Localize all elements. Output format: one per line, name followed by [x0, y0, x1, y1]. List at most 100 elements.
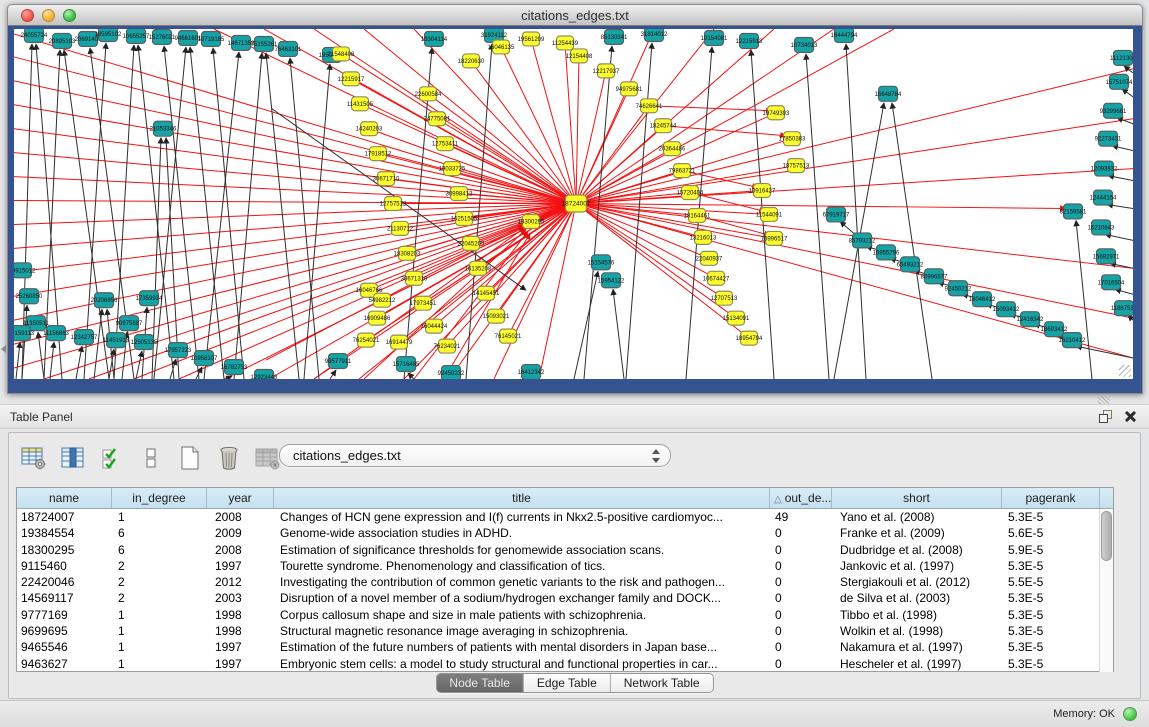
graph-node[interactable]: 85793212 [849, 233, 876, 248]
network-window-titlebar[interactable]: citations_edges.txt [7, 4, 1143, 26]
graph-node[interactable]: 16210412 [1059, 333, 1086, 348]
table-cell[interactable]: Wolkin et al. (1998) [832, 623, 1002, 639]
network-canvas[interactable]: 2405572420895103206914061859510210655257… [14, 29, 1133, 379]
graph-node[interactable]: 80996577 [921, 269, 948, 284]
graph-node[interactable]: 24055724 [21, 29, 48, 42]
table-cell[interactable]: 2 [112, 574, 207, 590]
table-cell[interactable]: 1 [112, 639, 207, 655]
table-cell[interactable]: 0 [770, 623, 832, 639]
table-row[interactable]: 911546021997Tourette syndrome. Phenomeno… [17, 558, 1100, 574]
graph-node[interactable]: 98577911 [325, 354, 352, 369]
graph-node[interactable]: 85130341 [601, 29, 628, 44]
graph-node[interactable]: 65493212 [897, 257, 924, 272]
table-cell[interactable]: 9465546 [17, 639, 112, 655]
table-cell[interactable]: Tibbo et al. (1998) [832, 607, 1002, 623]
table-cell[interactable]: 0 [770, 574, 832, 590]
table-cell[interactable]: 1998 [207, 607, 274, 623]
table-cell[interactable]: 14569117 [17, 590, 112, 606]
graph-node[interactable]: 12416342 [1017, 312, 1044, 327]
table-cell[interactable]: 0 [770, 639, 832, 655]
close-panel-icon[interactable] [1122, 409, 1137, 424]
table-cell[interactable]: 2003 [207, 590, 274, 606]
table-row[interactable]: 1938455462009Genome-wide association stu… [17, 525, 1100, 541]
graph-node[interactable]: 22045205 [458, 236, 485, 250]
graph-node[interactable]: 18757513 [783, 159, 810, 173]
zoom-window-button[interactable] [63, 9, 76, 22]
table-cell[interactable]: 2012 [207, 574, 274, 590]
graph-node[interactable]: 18954794 [736, 331, 763, 345]
table-cell[interactable]: 2008 [207, 542, 274, 558]
table-cell[interactable]: 1997 [207, 656, 274, 672]
graph-node[interactable]: 15692971 [1093, 249, 1120, 264]
graph-node[interactable]: 21053346 [150, 121, 177, 136]
column-header-year[interactable]: year [207, 488, 274, 508]
graph-node[interactable]: 10655257 [123, 29, 150, 43]
table-row[interactable]: 1456911722003Disruption of a novel membe… [17, 590, 1100, 606]
table-cell[interactable]: 9699695 [17, 623, 112, 639]
table-cell[interactable]: de Silva et al. (2003) [832, 590, 1002, 606]
tab-network-table[interactable]: Network Table [611, 674, 713, 692]
table-cell[interactable]: Estimation of the future numbers of pati… [274, 639, 770, 655]
table-mode-icon[interactable] [138, 445, 164, 471]
graph-node[interactable]: 17016504 [1098, 275, 1125, 290]
table-vertical-scrollbar[interactable] [1099, 509, 1113, 672]
table-cell[interactable]: 18300295 [17, 542, 112, 558]
graph-node[interactable]: 76234021 [434, 339, 461, 353]
table-cell[interactable]: 1998 [207, 623, 274, 639]
table-cell[interactable]: Disruption of a novel member of a sodium… [274, 590, 770, 606]
table-cell[interactable]: 1997 [207, 639, 274, 655]
table-cell[interactable]: Embryonic stem cells: a model to study s… [274, 656, 770, 672]
graph-node[interactable]: 18220630 [458, 54, 485, 68]
table-cell[interactable]: 9777169 [17, 607, 112, 623]
table-cell[interactable]: 9463627 [17, 656, 112, 672]
graph-node[interactable]: 15276021 [149, 29, 176, 44]
graph-node[interactable]: 14240203 [356, 122, 383, 136]
graph-node[interactable]: 12923448 [251, 370, 278, 379]
graph-node[interactable]: 19915012 [14, 263, 36, 278]
graph-node[interactable]: 16044424 [421, 319, 448, 333]
table-cell[interactable]: 1 [112, 509, 207, 525]
table-cell[interactable]: 49 [770, 509, 832, 525]
column-header-in-degree[interactable]: in_degree [112, 488, 207, 508]
table-cell[interactable]: 6 [112, 525, 207, 541]
memory-ok-indicator[interactable] [1123, 707, 1137, 721]
graph-node[interactable]: 16210643 [1088, 220, 1115, 235]
table-cell[interactable]: 5.5E-5 [1002, 574, 1100, 590]
graph-node[interactable]: 12154408 [566, 49, 593, 63]
graph-node[interactable]: 67919717 [823, 207, 850, 222]
graph-node[interactable]: 15093021 [483, 309, 510, 323]
table-cell[interactable]: Yano et al. (2008) [832, 509, 1002, 525]
graph-node[interactable]: 82159581 [1060, 204, 1087, 219]
graph-node[interactable]: 12215913 [736, 33, 763, 48]
graph-node[interactable]: 16412342 [518, 365, 545, 379]
table-cell[interactable]: Corpus callosum shape and size in male p… [274, 607, 770, 623]
table-cell[interactable]: 0 [770, 590, 832, 606]
table-cell[interactable]: 1 [112, 607, 207, 623]
graph-node[interactable]: 10734013 [791, 37, 818, 52]
graph-node[interactable]: 10958107 [191, 351, 218, 366]
graph-node[interactable]: 11867534 [1111, 301, 1133, 316]
graph-node[interactable]: 18724007 [562, 195, 591, 212]
graph-node[interactable]: 16955796 [873, 245, 900, 260]
graph-node[interactable]: 11121304 [1110, 50, 1133, 65]
table-cell[interactable]: 5.3E-5 [1002, 656, 1100, 672]
table-cell[interactable]: 0 [770, 525, 832, 541]
table-cell[interactable]: 5.3E-5 [1002, 607, 1100, 623]
table-cell[interactable]: 9115460 [17, 558, 112, 574]
column-header-pagerank[interactable]: pagerank [1002, 488, 1100, 508]
graph-node[interactable]: 31814012 [641, 29, 668, 41]
graph-node[interactable]: 20895103 [49, 33, 76, 48]
table-cell[interactable]: Dudbridge et al. (2008) [832, 542, 1002, 558]
table-cell[interactable]: Nakamura et al. (1997) [832, 639, 1002, 655]
table-cell[interactable]: 1 [112, 623, 207, 639]
close-window-button[interactable] [21, 9, 34, 22]
table-row[interactable]: 946362711997Embryonic stem cells: a mode… [17, 656, 1100, 672]
graph-node[interactable]: 93299661 [1100, 103, 1127, 118]
table-cell[interactable]: 2 [112, 558, 207, 574]
table-cell[interactable]: Tourette syndrome. Phenomenology and cla… [274, 558, 770, 574]
graph-node[interactable]: 90975887 [116, 316, 143, 331]
table-cell[interactable]: 5.6E-5 [1002, 525, 1100, 541]
graph-node[interactable]: 10916427 [749, 184, 776, 198]
table-cell[interactable]: 0 [770, 656, 832, 672]
graph-node[interactable]: 92273431 [1095, 131, 1122, 146]
